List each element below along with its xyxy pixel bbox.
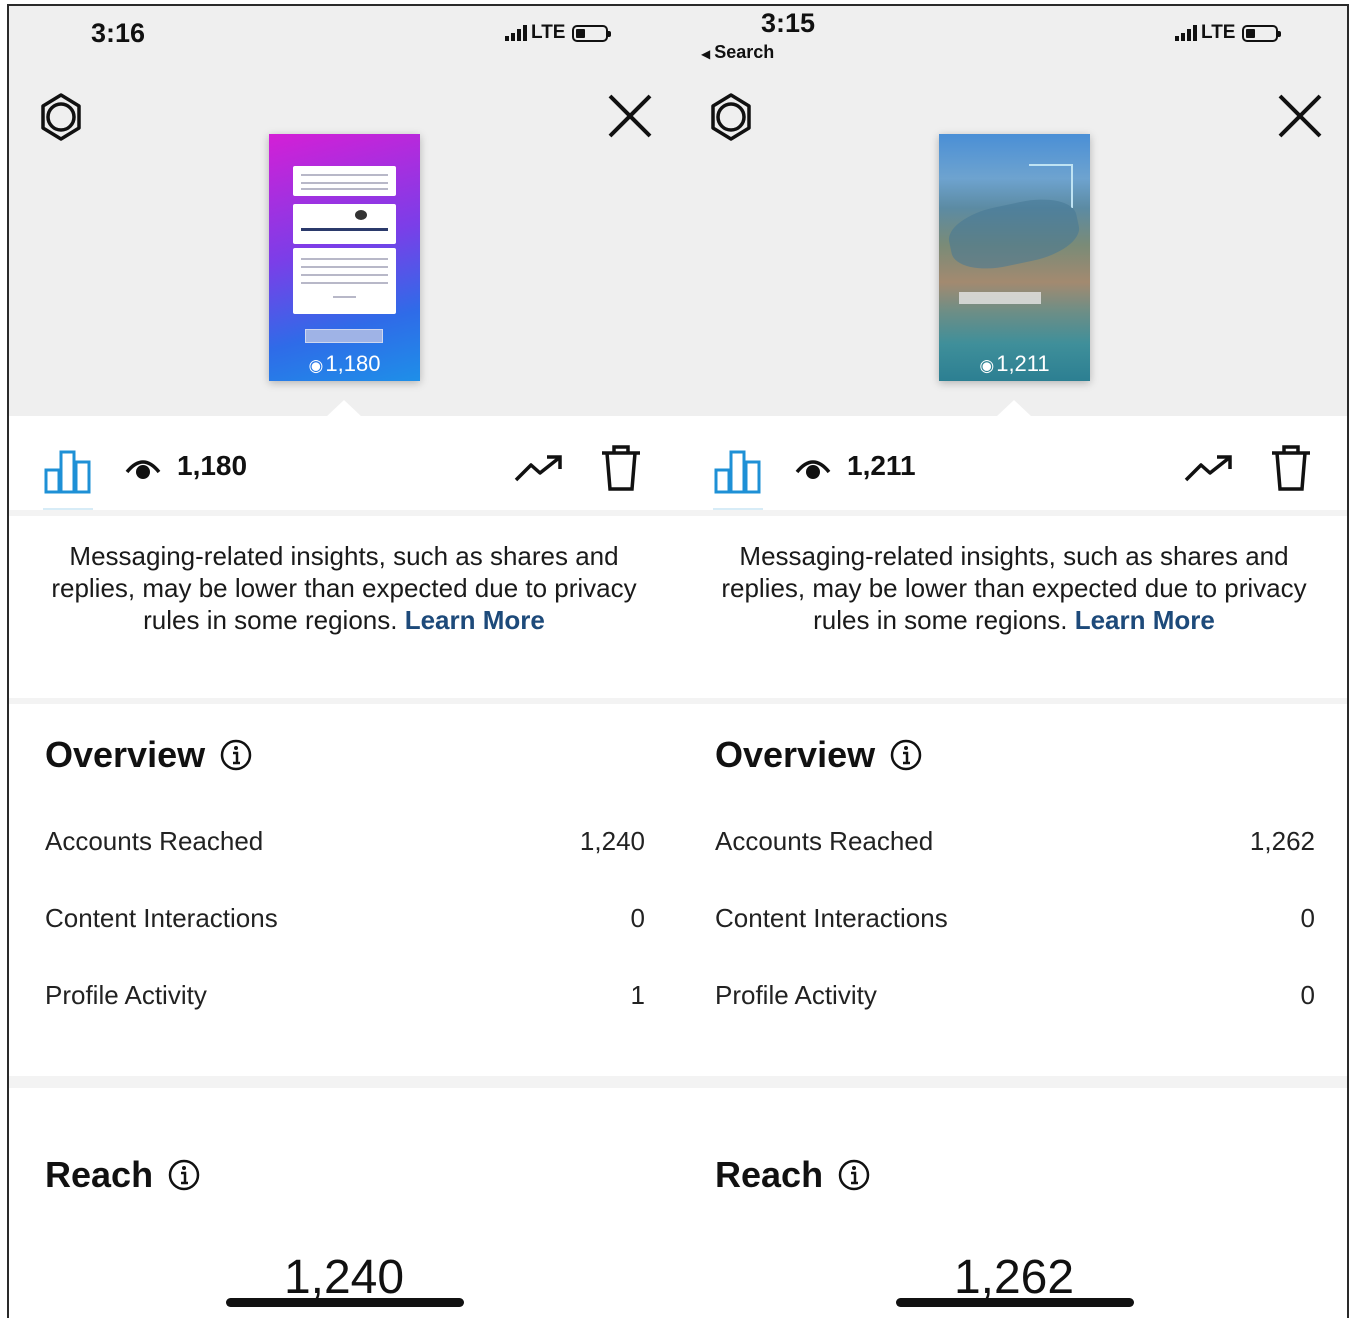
- row-value: 0: [630, 903, 645, 933]
- view-count: 1,180: [177, 450, 248, 481]
- divider: [679, 510, 1347, 516]
- divider: [679, 698, 1347, 704]
- thumbnail-pointer: [326, 400, 362, 417]
- row-label: Accounts Reached: [45, 826, 264, 856]
- reach-value: 1,240: [283, 1251, 405, 1304]
- row-label: Profile Activity: [45, 980, 207, 1010]
- gear-icon[interactable]: [36, 92, 86, 142]
- story-insights-panel-right: 3:15 ◀ Search LTE ◉1,211 1,211 Messaging…: [679, 6, 1347, 1318]
- eye-icon: [795, 460, 831, 479]
- overview-row-profile-activity[interactable]: Profile Activity 0: [715, 980, 1315, 1011]
- thumbnail-pointer: [996, 400, 1032, 417]
- trash-icon[interactable]: [599, 444, 643, 492]
- overview-row-accounts-reached[interactable]: Accounts Reached 1,240: [45, 826, 645, 857]
- bar-chart-icon[interactable]: [43, 448, 93, 494]
- eye-icon: ◉: [979, 356, 995, 375]
- gear-icon[interactable]: [706, 92, 756, 142]
- info-icon[interactable]: [219, 738, 253, 772]
- row-label: Profile Activity: [715, 980, 877, 1010]
- status-indicators: LTE: [505, 22, 612, 44]
- divider: [679, 1076, 1347, 1088]
- battery-icon: [572, 24, 612, 42]
- row-value: 0: [1300, 903, 1315, 933]
- info-icon[interactable]: [837, 1158, 871, 1192]
- info-icon[interactable]: [889, 738, 923, 772]
- reach-bar: [896, 1298, 1134, 1307]
- thumb-card: [293, 248, 396, 314]
- row-label: Content Interactions: [715, 903, 948, 933]
- trend-icon[interactable]: [513, 452, 565, 484]
- story-thumbnail[interactable]: ◉1,211: [939, 134, 1090, 381]
- row-label: Accounts Reached: [715, 826, 934, 856]
- overview-heading: Overview: [715, 734, 923, 776]
- row-value: 1,262: [1249, 826, 1315, 856]
- story-insights-panel-left: 3:16 LTE ◉1,180 1,180 Messaging-related …: [9, 6, 679, 1318]
- row-value: 0: [1300, 980, 1315, 1010]
- status-time: 3:16: [91, 18, 146, 48]
- privacy-notice: Messaging-related insights, such as shar…: [51, 541, 637, 635]
- thumb-caption-bar: [959, 292, 1041, 304]
- back-arrow-icon: ◀: [701, 47, 711, 61]
- status-indicators: LTE: [1175, 22, 1282, 44]
- row-value: 1,240: [579, 826, 645, 856]
- story-view-count: ◉1,180: [308, 351, 381, 376]
- survey-link-sticker: [305, 329, 383, 343]
- insights-toolbar: 1,211: [679, 418, 1347, 512]
- divider: [9, 510, 679, 516]
- network-label: LTE: [1201, 22, 1236, 43]
- battery-icon: [1242, 24, 1282, 42]
- bar-chart-icon[interactable]: [713, 448, 763, 494]
- learn-more-link[interactable]: Learn More: [405, 605, 545, 635]
- overview-row-accounts-reached[interactable]: Accounts Reached 1,262: [715, 826, 1315, 857]
- story-view-count: ◉1,211: [979, 351, 1050, 376]
- row-label: Content Interactions: [45, 903, 278, 933]
- close-icon[interactable]: [1272, 88, 1328, 144]
- privacy-notice: Messaging-related insights, such as shar…: [721, 541, 1307, 635]
- info-icon[interactable]: [167, 1158, 201, 1192]
- overview-row-profile-activity[interactable]: Profile Activity 1: [45, 980, 645, 1011]
- trash-icon[interactable]: [1269, 444, 1313, 492]
- reach-heading: Reach: [715, 1154, 871, 1196]
- thumb-water: [944, 191, 1084, 277]
- overview-heading: Overview: [45, 734, 253, 776]
- divider: [9, 1076, 679, 1088]
- network-label: LTE: [531, 22, 566, 43]
- close-icon[interactable]: [602, 88, 658, 144]
- back-to-search[interactable]: ◀ Search: [701, 42, 774, 63]
- reach-heading: Reach: [45, 1154, 201, 1196]
- view-count: 1,211: [847, 450, 916, 481]
- story-thumbnail[interactable]: ◉1,180: [269, 134, 420, 381]
- comparison-frame: 3:16 LTE ◉1,180 1,180 Messaging-related …: [7, 4, 1349, 1318]
- signal-icon: [505, 25, 527, 41]
- eye-icon: [125, 460, 161, 479]
- overview-row-content-interactions[interactable]: Content Interactions 0: [45, 903, 645, 934]
- learn-more-link[interactable]: Learn More: [1075, 605, 1215, 635]
- trend-icon[interactable]: [1183, 452, 1235, 484]
- insights-toolbar: 1,180: [9, 418, 679, 512]
- reach-value: 1,262: [953, 1251, 1075, 1304]
- thumb-card: [293, 166, 396, 196]
- status-time: 3:15: [761, 8, 816, 38]
- reach-bar: [226, 1298, 464, 1307]
- thumb-card: [293, 204, 396, 244]
- row-value: 1: [630, 980, 645, 1010]
- story-header: 3:16 LTE ◉1,180: [9, 6, 679, 416]
- story-header: 3:15 ◀ Search LTE ◉1,211: [679, 6, 1347, 416]
- overview-row-content-interactions[interactable]: Content Interactions 0: [715, 903, 1315, 934]
- divider: [9, 698, 679, 704]
- eye-icon: ◉: [308, 356, 324, 375]
- signal-icon: [1175, 25, 1197, 41]
